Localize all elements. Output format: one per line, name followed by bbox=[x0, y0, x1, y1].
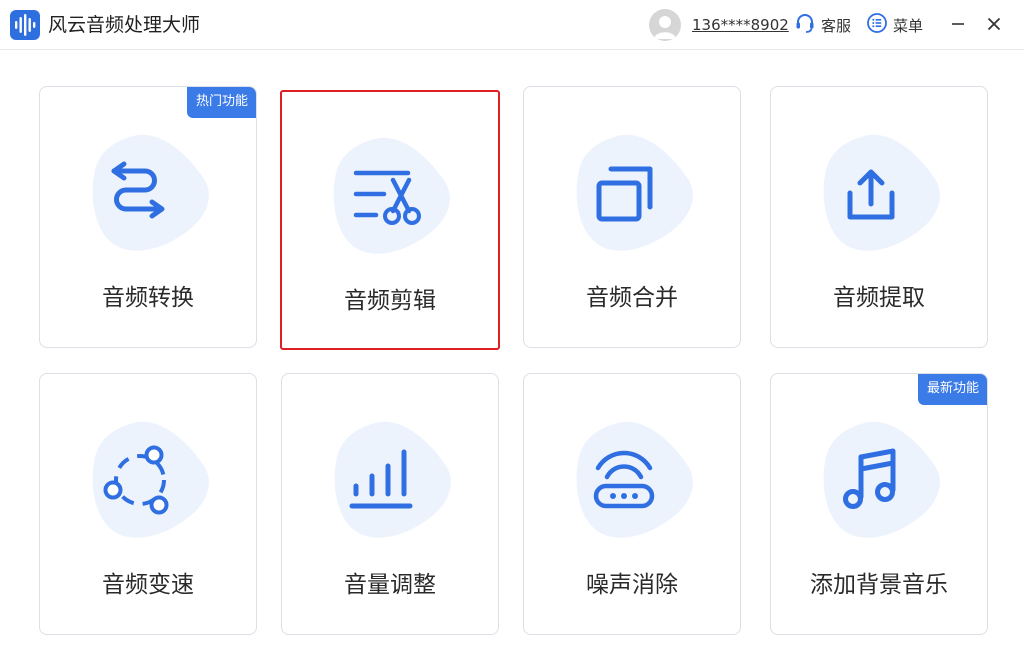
menu-label: 菜单 bbox=[893, 16, 924, 35]
headset-icon bbox=[794, 12, 816, 38]
menu-list-icon bbox=[866, 12, 888, 38]
app-title: 风云音频处理大师 bbox=[48, 14, 201, 36]
minimize-icon bbox=[952, 23, 964, 25]
speed-nodes-icon bbox=[103, 445, 169, 515]
card-add-bgm[interactable]: 添加背景音乐 最新功能 bbox=[770, 373, 988, 635]
volume-bars-icon bbox=[349, 449, 413, 509]
card-label: 添加背景音乐 bbox=[810, 572, 948, 598]
menu-button[interactable]: 菜单 bbox=[866, 13, 923, 37]
app-logo-icon bbox=[10, 10, 40, 40]
card-label: 音频变速 bbox=[102, 572, 194, 598]
card-label: 噪声消除 bbox=[586, 572, 678, 598]
hot-feature-badge: 热门功能 bbox=[186, 87, 256, 118]
user-avatar[interactable] bbox=[649, 9, 681, 41]
card-audio-speed[interactable]: 音频变速 bbox=[39, 373, 257, 635]
noise-router-icon bbox=[593, 450, 655, 509]
scissors-edit-icon bbox=[353, 170, 421, 225]
card-label: 音频转换 bbox=[102, 285, 194, 311]
card-audio-merge[interactable]: 音频合并 bbox=[523, 86, 741, 348]
card-label: 音频合并 bbox=[586, 285, 678, 311]
close-icon bbox=[987, 17, 1001, 31]
user-phone-link[interactable]: 136****8902 bbox=[692, 14, 789, 36]
card-label: 音频剪辑 bbox=[344, 288, 436, 314]
minimize-button[interactable] bbox=[945, 11, 971, 37]
music-note-icon bbox=[843, 448, 896, 509]
card-audio-edit[interactable]: 音频剪辑 bbox=[280, 90, 500, 350]
card-audio-convert[interactable]: 音频转换 热门功能 bbox=[39, 86, 257, 348]
card-label: 音频提取 bbox=[833, 285, 925, 311]
title-bar: 风云音频处理大师 136****8902 客服 菜单 bbox=[0, 0, 1024, 50]
card-noise-removal[interactable]: 噪声消除 bbox=[523, 373, 741, 635]
convert-arrows-icon bbox=[111, 161, 165, 219]
extract-upload-icon bbox=[847, 169, 895, 220]
close-button[interactable] bbox=[981, 11, 1007, 37]
card-volume-adjust[interactable]: 音量调整 bbox=[281, 373, 499, 635]
customer-service-label: 客服 bbox=[821, 16, 852, 35]
new-feature-badge: 最新功能 bbox=[917, 374, 987, 405]
customer-service-button[interactable]: 客服 bbox=[794, 13, 851, 37]
merge-windows-icon bbox=[596, 166, 653, 222]
card-audio-extract[interactable]: 音频提取 bbox=[770, 86, 988, 348]
card-label: 音量调整 bbox=[344, 572, 436, 598]
